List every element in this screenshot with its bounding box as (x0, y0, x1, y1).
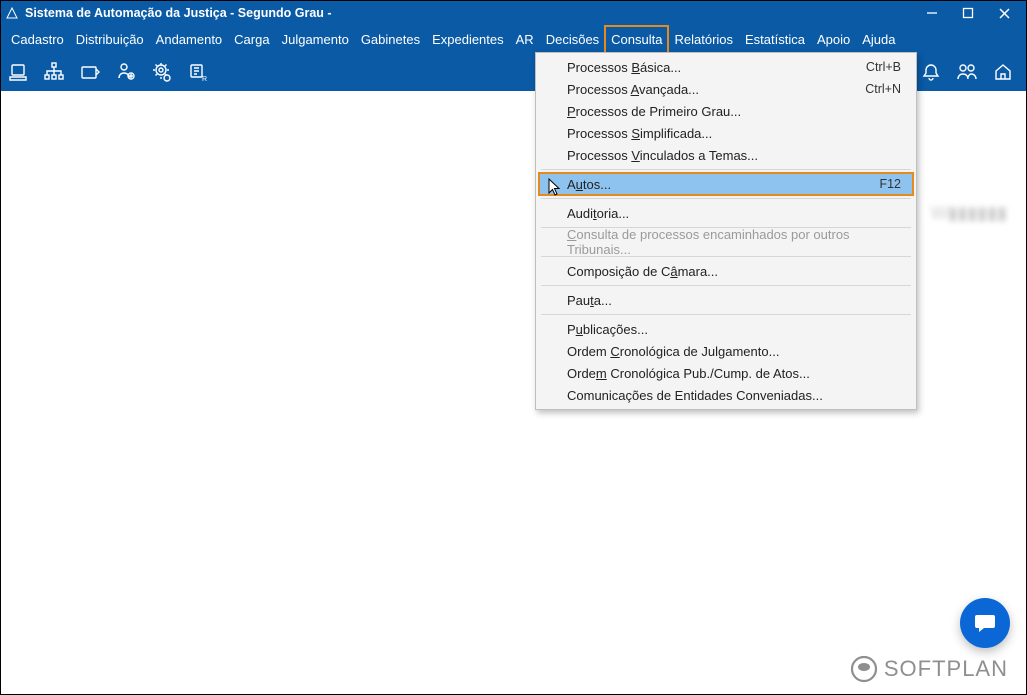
toolbar-icon-2[interactable] (43, 61, 65, 83)
chat-fab[interactable] (960, 598, 1010, 648)
menu-apoio[interactable]: Apoio (811, 26, 856, 53)
menu-estatística[interactable]: Estatística (739, 26, 811, 53)
app-icon (5, 6, 19, 20)
menu-separator (541, 314, 911, 315)
notifications-icon[interactable] (920, 61, 942, 83)
menu-bar: CadastroDistribuiçãoAndamentoCargaJulgam… (1, 25, 1026, 53)
menu-item[interactable]: Comunicações de Entidades Conveniadas... (539, 384, 913, 406)
users-icon[interactable] (956, 61, 978, 83)
menu-separator (541, 198, 911, 199)
menu-cadastro[interactable]: Cadastro (5, 26, 70, 53)
menu-item[interactable]: Ordem Cronológica de Julgamento... (539, 340, 913, 362)
menu-item[interactable]: Composição de Câmara... (539, 260, 913, 282)
menu-distribuição[interactable]: Distribuição (70, 26, 150, 53)
menu-carga[interactable]: Carga (228, 26, 275, 53)
toolbar-icon-4[interactable] (115, 61, 137, 83)
close-button[interactable] (986, 1, 1022, 25)
minimize-button[interactable] (914, 1, 950, 25)
menu-item: Consulta de processos encaminhados por o… (539, 231, 913, 253)
brand-text: SOFTPLAN (884, 656, 1008, 682)
maximize-button[interactable] (950, 1, 986, 25)
obscured-text: W▮▮▮▮▮▮ (931, 203, 1007, 224)
menu-item[interactable]: Processos de Primeiro Grau... (539, 100, 913, 122)
menu-item[interactable]: Ordem Cronológica Pub./Cump. de Atos... (539, 362, 913, 384)
window-controls (914, 1, 1022, 25)
window-title: Sistema de Automação da Justiça - Segund… (25, 6, 914, 20)
menu-item[interactable]: Auditoria... (539, 202, 913, 224)
menu-andamento[interactable]: Andamento (150, 26, 229, 53)
title-bar[interactable]: Sistema de Automação da Justiça - Segund… (1, 1, 1026, 25)
svg-text:R: R (202, 76, 207, 82)
toolbar-icon-6[interactable]: R (187, 61, 209, 83)
menu-gabinetes[interactable]: Gabinetes (355, 26, 426, 53)
menu-item[interactable]: Processos Avançada...Ctrl+N (539, 78, 913, 100)
toolbar-icon-3[interactable] (79, 61, 101, 83)
consulta-dropdown: Processos Básica...Ctrl+BProcessos Avanç… (535, 52, 917, 410)
menu-item[interactable]: Processos Simplificada... (539, 122, 913, 144)
menu-separator (541, 285, 911, 286)
menu-expedientes[interactable]: Expedientes (426, 26, 510, 53)
menu-item[interactable]: Processos Básica...Ctrl+B (539, 56, 913, 78)
menu-item[interactable]: Autos...F12 (539, 173, 913, 195)
menu-relatórios[interactable]: Relatórios (668, 26, 739, 53)
toolbar-icon-5[interactable] (151, 61, 173, 83)
menu-ajuda[interactable]: Ajuda (856, 26, 901, 53)
menu-separator (541, 169, 911, 170)
menu-ar[interactable]: AR (510, 26, 540, 53)
menu-item[interactable]: Processos Vinculados a Temas... (539, 144, 913, 166)
menu-consulta[interactable]: Consulta (605, 26, 668, 53)
toolbar-icon-1[interactable] (7, 61, 29, 83)
home-icon[interactable] (992, 61, 1014, 83)
app-window: Sistema de Automação da Justiça - Segund… (0, 0, 1027, 695)
menu-item[interactable]: Publicações... (539, 318, 913, 340)
menu-decisões[interactable]: Decisões (540, 26, 605, 53)
menu-item[interactable]: Pauta... (539, 289, 913, 311)
menu-julgamento[interactable]: Julgamento (276, 26, 355, 53)
brand-logo: SOFTPLAN (850, 654, 1008, 684)
